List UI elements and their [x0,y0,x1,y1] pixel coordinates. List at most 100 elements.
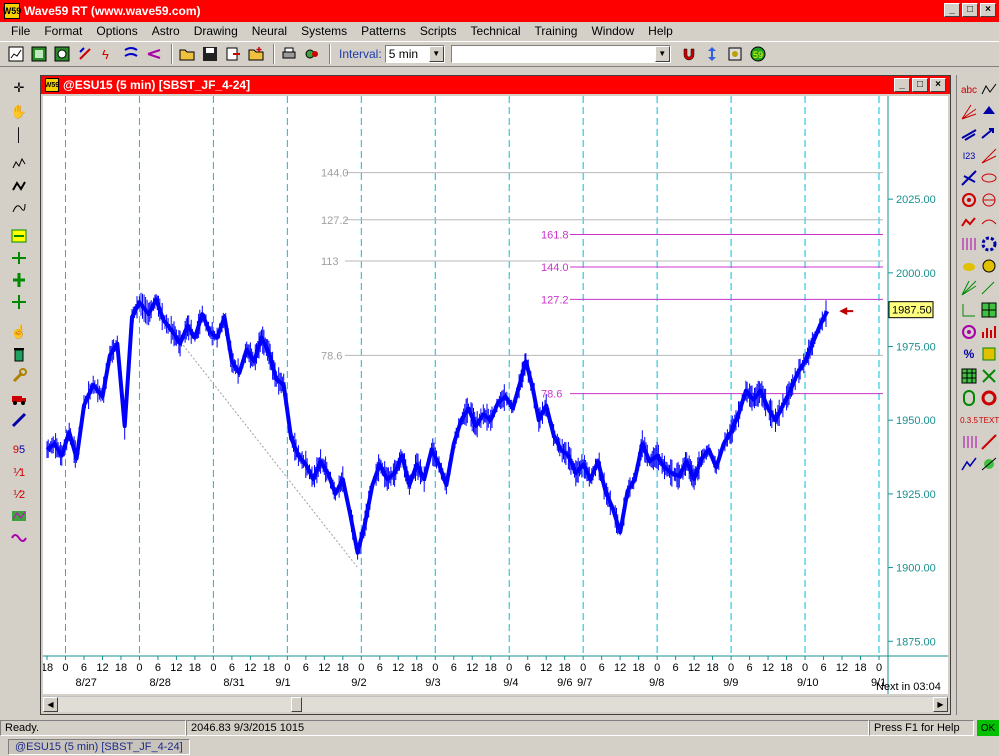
expand-h-icon[interactable] [10,249,28,267]
magnet-icon[interactable] [679,44,699,64]
diagonal-line-icon[interactable] [980,433,998,451]
menu-drawing[interactable]: Drawing [187,24,245,38]
neural-icon[interactable] [121,44,141,64]
wave-label-icon[interactable] [980,81,998,99]
expand-v-icon[interactable] [10,271,28,289]
systems-icon[interactable] [144,44,164,64]
cycle-icon[interactable] [10,529,28,547]
bars-tool-icon[interactable] [10,155,28,173]
zigzag-icon[interactable] [960,213,978,231]
horizontal-scrollbar[interactable]: ◀ ▶ [43,696,948,712]
trash-icon[interactable] [10,345,28,363]
count-12-icon[interactable] [960,301,978,319]
chart-minimize-button[interactable]: _ [894,78,910,92]
menu-window[interactable]: Window [584,24,641,38]
chart-canvas[interactable]: 2025.00 2000.00 1975.00 1950.00 1925.00 1900.… [41,96,948,694]
chart-icon[interactable] [6,44,26,64]
circle-cross-icon[interactable] [980,191,998,209]
menu-astro[interactable]: Astro [145,24,187,38]
time-bars-icon[interactable] [960,235,978,253]
lemon-icon[interactable] [960,257,978,275]
text-abc-icon[interactable]: abc [960,81,978,99]
sync-arrows-icon[interactable] [702,44,722,64]
drawing-pen-icon[interactable] [75,44,95,64]
crosshair-icon[interactable]: ✛ [10,79,28,97]
squiggle-arrow-icon[interactable] [960,455,978,473]
new-file-icon[interactable] [246,44,266,64]
open-folder-icon[interactable] [177,44,197,64]
oval-gate-icon[interactable] [960,389,978,407]
grid-box-icon[interactable] [980,301,998,319]
vertical-line-icon[interactable]: │ [10,125,28,143]
cycle-bars-icon[interactable] [980,323,998,341]
close-button[interactable]: × [980,3,996,17]
scroll-thumb[interactable] [291,697,302,712]
circle-target-icon[interactable] [960,191,978,209]
gann-angle-icon[interactable] [960,169,978,187]
menu-training[interactable]: Training [528,24,585,38]
symbol-select[interactable]: ▼ [450,45,671,63]
truck-icon[interactable] [10,389,28,407]
ring-icon[interactable] [980,389,998,407]
count-123-icon[interactable]: I23 [960,147,978,165]
green-wave-icon[interactable] [980,455,998,473]
calculator-icon[interactable] [725,44,745,64]
wave-count-2-icon[interactable]: ⅟2 [10,485,28,503]
label-pointer-icon[interactable] [980,279,998,297]
maximize-button[interactable]: □ [962,3,978,17]
menu-file[interactable]: File [4,24,37,38]
text-tool-icon[interactable]: TEXT [979,411,999,429]
price-marker-icon[interactable] [980,345,998,363]
resize-icon[interactable] [980,367,998,385]
menu-systems[interactable]: Systems [294,24,354,38]
hand-icon[interactable]: ✋ [10,103,28,121]
chevron-down-icon[interactable]: ▼ [428,46,444,62]
menu-neural[interactable]: Neural [245,24,294,38]
resize-h-icon[interactable] [10,227,28,245]
wave-tool-icon[interactable] [10,177,28,195]
wrench-icon[interactable] [10,367,28,385]
scroll-left-icon[interactable]: ◀ [43,697,58,712]
pattern-icon[interactable] [10,507,28,525]
percent-icon[interactable]: % [960,345,978,363]
fan-lines-icon[interactable] [960,103,978,121]
arc-icon[interactable] [980,213,998,231]
menu-format[interactable]: Format [37,24,89,38]
ruler-icon[interactable] [10,411,28,429]
chevron-down-icon[interactable]: ▼ [654,46,670,62]
fib-fan-icon[interactable] [980,147,998,165]
menu-scripts[interactable]: Scripts [413,24,464,38]
spiral-icon[interactable] [960,323,978,341]
ellipse-icon[interactable] [980,169,998,187]
save-icon[interactable] [200,44,220,64]
gear-icon[interactable] [980,235,998,253]
move-icon[interactable] [10,293,28,311]
fib-ratio-icon[interactable]: 0.3.5 [960,411,978,429]
time-lines-icon[interactable] [960,433,978,451]
chart-maximize-button[interactable]: □ [912,78,928,92]
interval-select[interactable]: 5 min ▼ [384,45,445,63]
menu-help[interactable]: Help [641,24,680,38]
andrews-fork-icon[interactable] [960,125,978,143]
speed-lines-icon[interactable] [960,279,978,297]
grid-icon[interactable] [29,44,49,64]
arrow-up-icon[interactable] [980,103,998,121]
print-icon[interactable] [279,44,299,64]
table-icon[interactable] [960,367,978,385]
sun-icon[interactable] [980,257,998,275]
pointer-hand-icon[interactable]: ☝ [10,323,28,341]
preview-icon[interactable] [302,44,322,64]
menu-technical[interactable]: Technical [464,24,528,38]
astro-icon[interactable]: ϟ [98,44,118,64]
chart-close-button[interactable]: × [930,78,946,92]
count-95-icon[interactable]: 95 [10,441,28,459]
price-chart[interactable]: 2025.00 2000.00 1975.00 1950.00 1925.00 1900.… [41,96,948,694]
menu-options[interactable]: Options [89,24,144,38]
scroll-right-icon[interactable]: ▶ [933,697,948,712]
curve-tool-icon[interactable] [10,199,28,217]
export-icon[interactable] [223,44,243,64]
wave-count-1-icon[interactable]: ⅟1 [10,463,28,481]
trend-arrows-icon[interactable] [980,125,998,143]
globe-icon[interactable]: 59 [748,44,768,64]
menu-patterns[interactable]: Patterns [354,24,413,38]
